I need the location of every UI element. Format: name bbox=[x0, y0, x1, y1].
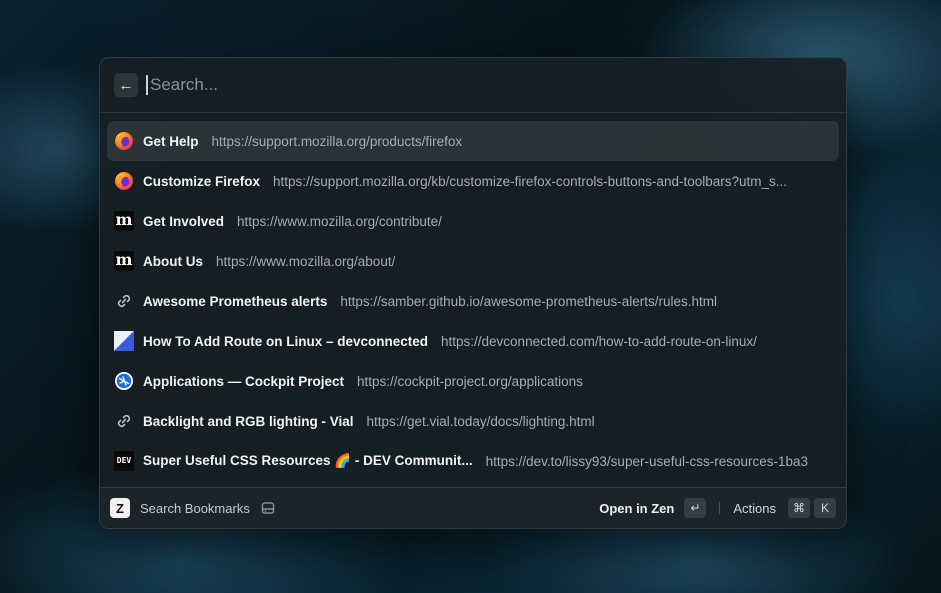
result-title: Customize Firefox bbox=[143, 173, 261, 189]
result-url: https://dev.to/lissy93/super-useful-css-… bbox=[485, 453, 809, 469]
link-icon bbox=[114, 411, 134, 431]
result-row[interactable]: Applications — Cockpit Project https://co… bbox=[107, 361, 839, 401]
result-row[interactable]: Backlight and RGB lighting - Vial https:/… bbox=[107, 401, 839, 441]
result-title: Applications — Cockpit Project bbox=[143, 373, 345, 389]
actions-button[interactable]: Actions bbox=[733, 501, 776, 516]
result-url: https://cockpit-project.org/applications bbox=[357, 373, 583, 389]
enter-key-icon: ↵ bbox=[684, 498, 707, 518]
zen-logo-icon: Z bbox=[110, 498, 130, 518]
result-url: https://get.vial.today/docs/lighting.htm… bbox=[366, 413, 595, 429]
footer-divider bbox=[719, 502, 721, 514]
results-list: Get Help https://support.mozilla.org/prod… bbox=[100, 113, 846, 481]
result-url: https://support.mozilla.org/kb/customize… bbox=[273, 173, 788, 189]
search-bar: ← bbox=[100, 58, 846, 113]
result-url: https://www.mozilla.org/about/ bbox=[216, 253, 396, 269]
firefox-icon bbox=[114, 171, 134, 191]
result-url: https://www.mozilla.org/contribute/ bbox=[237, 213, 442, 229]
result-row[interactable]: m About Us https://www.mozilla.org/about/ bbox=[107, 241, 839, 281]
hard-drive-icon bbox=[260, 500, 276, 516]
cockpit-icon bbox=[114, 371, 134, 391]
result-row[interactable]: DEV Super Useful CSS Resources 🌈 - DEV Co… bbox=[107, 441, 839, 481]
result-title: Backlight and RGB lighting - Vial bbox=[143, 413, 354, 429]
firefox-icon bbox=[114, 131, 134, 151]
result-url: https://support.mozilla.org/products/fir… bbox=[211, 133, 463, 149]
link-icon bbox=[114, 291, 134, 311]
dev-icon: DEV bbox=[114, 451, 134, 471]
k-key-icon: K bbox=[814, 498, 836, 518]
devconnected-icon bbox=[114, 331, 134, 351]
result-title: About Us bbox=[143, 253, 203, 269]
mozilla-icon: m bbox=[114, 210, 134, 231]
result-title: Get Help bbox=[143, 133, 199, 149]
open-in-zen-button[interactable]: Open in Zen bbox=[599, 501, 674, 516]
result-row[interactable]: How To Add Route on Linux – devconnected… bbox=[107, 321, 839, 361]
search-input[interactable] bbox=[146, 75, 832, 95]
result-url: https://samber.github.io/awesome-prometh… bbox=[340, 293, 717, 309]
result-url: https://devconnected.com/how-to-add-rout… bbox=[441, 333, 757, 349]
result-title: How To Add Route on Linux – devconnected bbox=[143, 333, 429, 349]
context-label: Search Bookmarks bbox=[140, 500, 250, 516]
command-palette: ← Get Help https://support.mozilla.org/pr… bbox=[99, 57, 847, 529]
result-title: Awesome Prometheus alerts bbox=[143, 293, 328, 309]
result-row[interactable]: Awesome Prometheus alerts https://samber.… bbox=[107, 281, 839, 321]
command-key-icon: ⌘ bbox=[788, 498, 810, 518]
result-title: Get Involved bbox=[143, 213, 225, 229]
mozilla-icon: m bbox=[114, 250, 134, 271]
back-arrow-icon[interactable]: ← bbox=[114, 73, 138, 97]
footer-bar: Z Search Bookmarks Open in Zen ↵ Actions… bbox=[100, 487, 846, 528]
result-row[interactable]: Get Help https://support.mozilla.org/prod… bbox=[107, 121, 839, 161]
result-row[interactable]: m Get Involved https://www.mozilla.org/con… bbox=[107, 201, 839, 241]
result-row[interactable]: Customize Firefox https://support.mozilla… bbox=[107, 161, 839, 201]
result-title: Super Useful CSS Resources 🌈 - DEV Commu… bbox=[143, 453, 473, 468]
